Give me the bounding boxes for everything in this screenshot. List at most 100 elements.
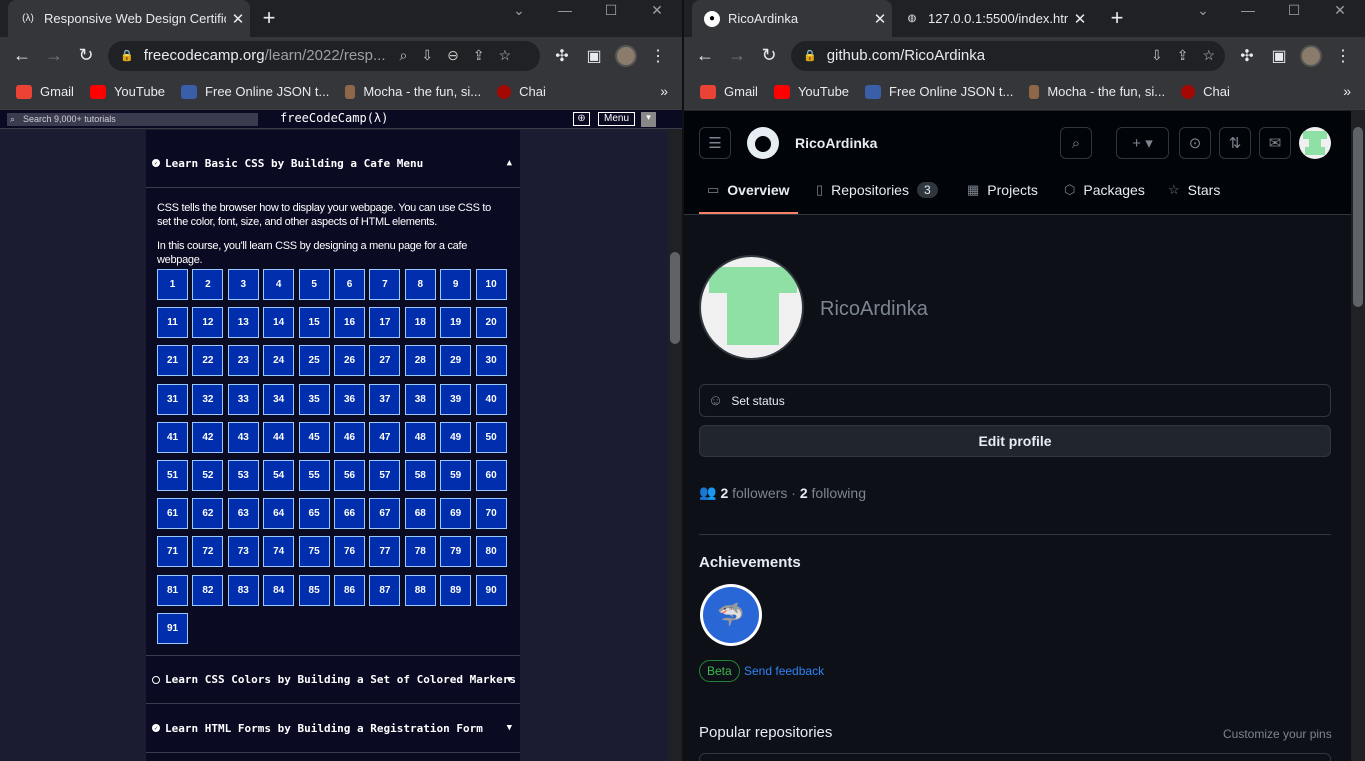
step-84-button[interactable]: 84 xyxy=(263,574,295,606)
step-15-button[interactable]: 15 xyxy=(298,307,330,339)
bookmarks-overflow-icon[interactable]: » xyxy=(660,83,668,99)
scrollbar-thumb[interactable] xyxy=(670,252,680,344)
step-82-button[interactable]: 82 xyxy=(192,574,224,606)
step-77-button[interactable]: 77 xyxy=(369,536,401,568)
step-25-button[interactable]: 25 xyxy=(298,345,330,377)
nav-stars[interactable]: ☆ Stars xyxy=(1168,182,1220,198)
side-panel-icon[interactable]: ▣ xyxy=(1263,40,1295,72)
new-tab-button[interactable]: + xyxy=(256,6,282,32)
step-54-button[interactable]: 54 xyxy=(263,460,295,491)
step-62-button[interactable]: 62 xyxy=(192,498,224,530)
maximize-button[interactable]: ☐ xyxy=(1271,0,1317,30)
fcc-menu-button[interactable]: Menu xyxy=(598,112,636,126)
new-tab-button[interactable]: + xyxy=(1104,6,1130,32)
close-tab-icon[interactable]: ✕ xyxy=(1068,10,1092,28)
inbox-icon[interactable]: ✉ xyxy=(1259,127,1291,159)
create-new-button[interactable]: + ▾ xyxy=(1116,127,1169,159)
install-icon[interactable]: ⇩ xyxy=(421,47,433,64)
step-14-button[interactable]: 14 xyxy=(263,307,295,339)
step-35-button[interactable]: 35 xyxy=(298,383,330,415)
step-4-button[interactable]: 4 xyxy=(263,269,295,300)
fcc-user-avatar[interactable]: ▾ xyxy=(641,112,656,127)
step-70-button[interactable]: 70 xyxy=(475,498,507,530)
step-7-button[interactable]: 7 xyxy=(369,269,401,300)
nav-packages[interactable]: ⬡ Packages xyxy=(1064,182,1145,198)
minimize-button[interactable]: — xyxy=(542,0,588,30)
tab-github[interactable]: ● RicoArdinka ✕ xyxy=(692,0,892,37)
bookmark-json[interactable]: Free Online JSON t... xyxy=(181,84,329,99)
bookmark-youtube[interactable]: YouTube xyxy=(89,84,165,99)
hamburger-menu-icon[interactable]: ☰ xyxy=(699,127,731,159)
search-icon[interactable]: ⌕ xyxy=(1060,127,1092,159)
install-icon[interactable]: ⇩ xyxy=(1151,47,1163,64)
step-9-button[interactable]: 9 xyxy=(440,269,472,300)
step-83-button[interactable]: 83 xyxy=(227,574,259,606)
step-31-button[interactable]: 31 xyxy=(157,383,188,415)
step-87-button[interactable]: 87 xyxy=(369,574,401,606)
step-11-button[interactable]: 11 xyxy=(157,307,188,339)
zoom-icon[interactable]: ⊖ xyxy=(447,47,459,64)
nav-overview[interactable]: ▭ Overview xyxy=(707,182,790,198)
search-icon[interactable]: ⌕ xyxy=(400,47,408,64)
bookmark-mocha[interactable]: Mocha - the fun, si... xyxy=(1029,84,1165,99)
step-72-button[interactable]: 72 xyxy=(192,536,224,568)
step-33-button[interactable]: 33 xyxy=(227,383,259,415)
github-logo-icon[interactable] xyxy=(747,127,779,159)
step-52-button[interactable]: 52 xyxy=(192,460,224,491)
step-36-button[interactable]: 36 xyxy=(334,383,365,415)
fcc-logo[interactable]: freeCodeCamp(λ) xyxy=(280,111,388,125)
achievement-badge[interactable]: 🦈 xyxy=(700,584,762,646)
step-78-button[interactable]: 78 xyxy=(404,536,436,568)
share-icon[interactable]: ⇪ xyxy=(473,47,485,64)
bookmark-gmail[interactable]: Gmail xyxy=(700,84,758,99)
step-65-button[interactable]: 65 xyxy=(298,498,330,530)
scrollbar-thumb[interactable] xyxy=(1353,127,1363,307)
extensions-icon[interactable]: ✣ xyxy=(1231,40,1263,72)
back-icon[interactable]: ← xyxy=(689,40,721,72)
bookmark-youtube[interactable]: YouTube xyxy=(773,84,849,99)
step-27-button[interactable]: 27 xyxy=(369,345,401,377)
forward-icon[interactable]: → xyxy=(721,40,753,72)
step-5-button[interactable]: 5 xyxy=(298,269,330,300)
step-29-button[interactable]: 29 xyxy=(440,345,472,377)
step-39-button[interactable]: 39 xyxy=(440,383,472,415)
step-13-button[interactable]: 13 xyxy=(227,307,259,339)
step-42-button[interactable]: 42 xyxy=(192,421,224,453)
tab-search-icon[interactable]: ⌄ xyxy=(496,0,542,30)
step-47-button[interactable]: 47 xyxy=(369,421,401,453)
section-cafe-menu-header[interactable]: ✓ Learn Basic CSS by Building a Cafe Men… xyxy=(146,139,520,188)
step-91-button[interactable]: 91 xyxy=(157,612,188,644)
section-colored-markers-header[interactable]: Learn CSS Colors by Building a Set of Co… xyxy=(146,655,520,704)
bookmark-star-icon[interactable]: ☆ xyxy=(1202,47,1215,64)
step-21-button[interactable]: 21 xyxy=(157,345,188,377)
step-44-button[interactable]: 44 xyxy=(263,421,295,453)
step-8-button[interactable]: 8 xyxy=(404,269,436,300)
step-6-button[interactable]: 6 xyxy=(334,269,365,300)
step-88-button[interactable]: 88 xyxy=(404,574,436,606)
minimize-button[interactable]: — xyxy=(1225,0,1271,30)
customize-pins-link[interactable]: Customize your pins xyxy=(1223,727,1332,741)
step-22-button[interactable]: 22 xyxy=(192,345,224,377)
back-icon[interactable]: ← xyxy=(6,40,38,72)
step-18-button[interactable]: 18 xyxy=(404,307,436,339)
step-46-button[interactable]: 46 xyxy=(334,421,365,453)
step-49-button[interactable]: 49 xyxy=(440,421,472,453)
step-57-button[interactable]: 57 xyxy=(369,460,401,491)
step-79-button[interactable]: 79 xyxy=(440,536,472,568)
step-90-button[interactable]: 90 xyxy=(475,574,507,606)
close-tab-icon[interactable]: ✕ xyxy=(868,10,892,28)
set-status-button[interactable]: ☺ Set status xyxy=(699,384,1331,417)
step-43-button[interactable]: 43 xyxy=(227,421,259,453)
share-icon[interactable]: ⇪ xyxy=(1177,47,1189,64)
pull-requests-icon[interactable]: ⇅ xyxy=(1219,127,1251,159)
step-10-button[interactable]: 10 xyxy=(475,269,507,300)
bookmark-mocha[interactable]: Mocha - the fun, si... xyxy=(345,84,481,99)
step-67-button[interactable]: 67 xyxy=(369,498,401,530)
step-24-button[interactable]: 24 xyxy=(263,345,295,377)
step-34-button[interactable]: 34 xyxy=(263,383,295,415)
nav-projects[interactable]: ▦ Projects xyxy=(967,182,1038,198)
address-bar[interactable]: 🔒 freecodecamp.org /learn/2022/resp... ⌕… xyxy=(108,40,540,71)
close-tab-icon[interactable]: ✕ xyxy=(226,10,250,28)
extensions-icon[interactable]: ✣ xyxy=(546,40,578,72)
menu-dots-icon[interactable]: ⋮ xyxy=(642,40,674,72)
